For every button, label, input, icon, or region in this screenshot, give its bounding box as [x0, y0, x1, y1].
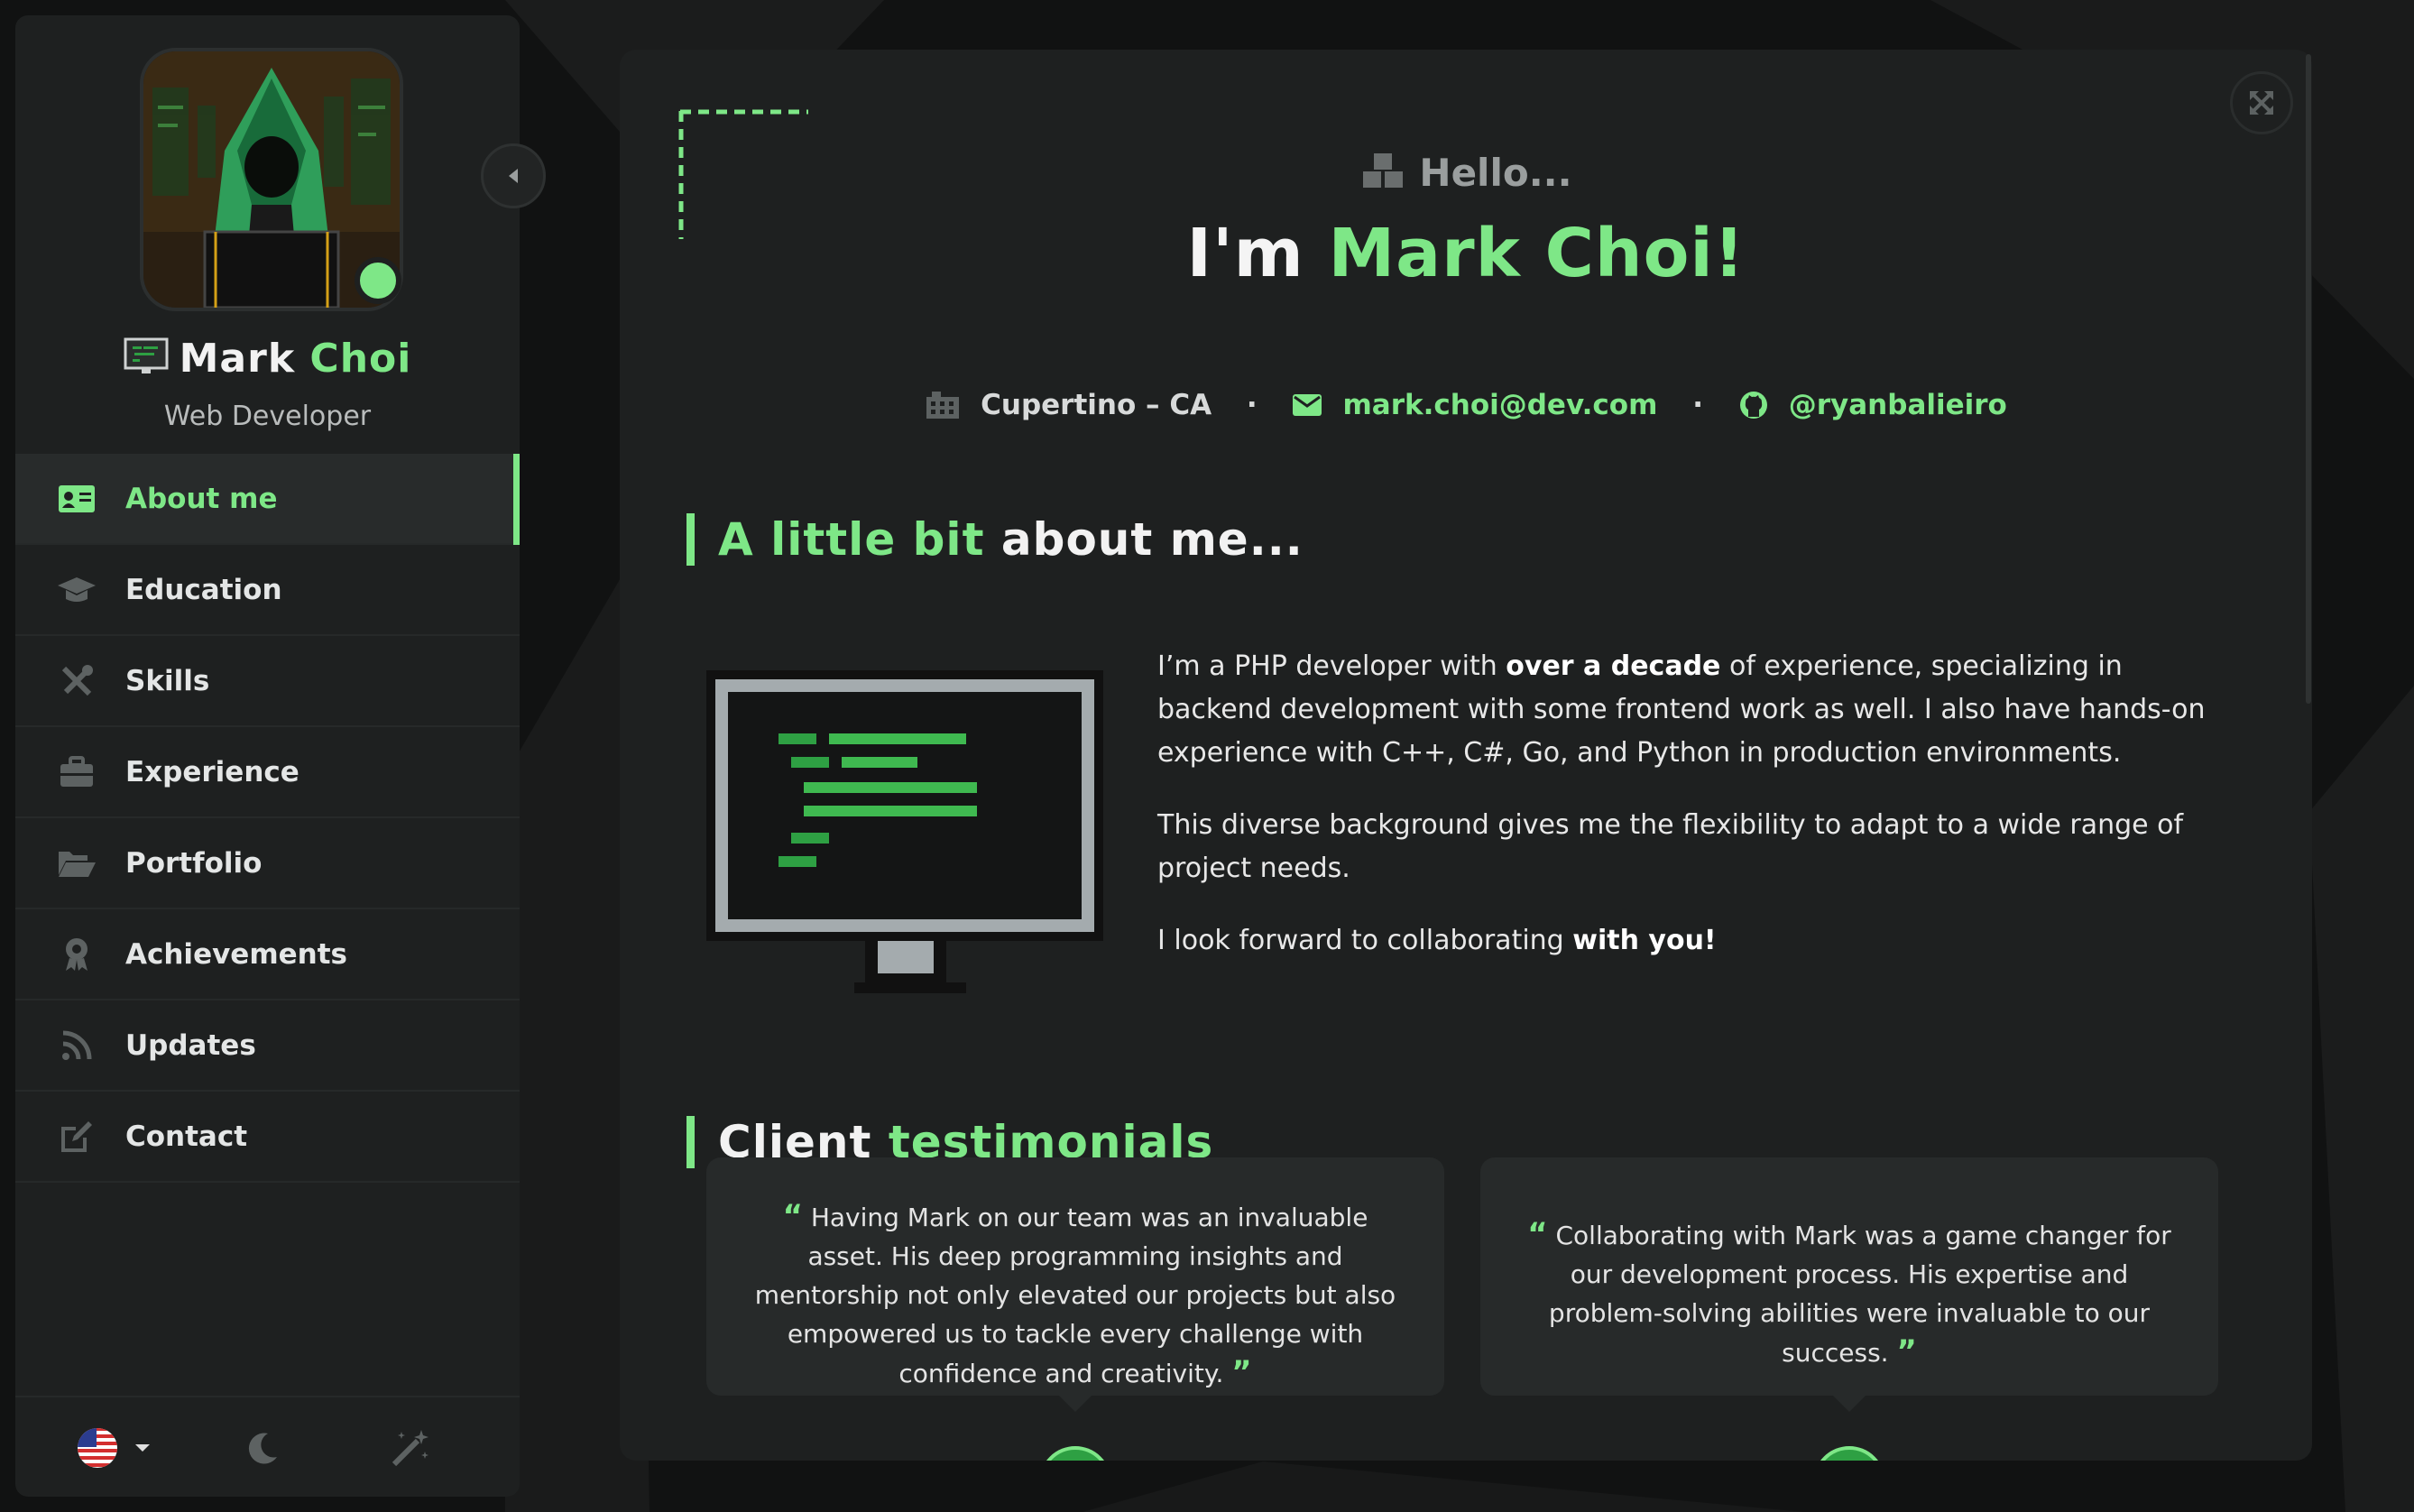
- hello-text: Hello...: [1419, 151, 1572, 195]
- sidebar-item-experience[interactable]: Experience: [15, 727, 520, 818]
- card-pointer: [1059, 1396, 1092, 1412]
- edit-icon: [57, 1117, 97, 1157]
- testimonial-avatar: [1039, 1446, 1111, 1461]
- envelope-icon: [1293, 393, 1322, 416]
- about-paragraph-1: I’m a PHP developer with over a decade o…: [1157, 650, 2206, 769]
- testimonial-card: “ Collaborating with Mark was a game cha…: [1480, 1157, 2218, 1412]
- language-selector[interactable]: [77, 1427, 152, 1469]
- caret-left-icon: [509, 169, 518, 183]
- contact-row: Cupertino – CA · mark.choi@dev.com · @ry…: [620, 387, 2312, 421]
- moon-icon: [248, 1433, 277, 1464]
- profile-first-name: Mark: [179, 336, 296, 382]
- about-text: I’m a PHP developer with over a decade o…: [1157, 645, 2213, 991]
- rss-icon: [57, 1026, 97, 1065]
- sidebar-item-skills[interactable]: Skills: [15, 636, 520, 727]
- sidebar-item-label: Updates: [125, 1028, 256, 1062]
- sidebar-item-updates[interactable]: Updates: [15, 1000, 520, 1092]
- quote-open-icon: “: [1527, 1216, 1548, 1252]
- headline-prefix: I'm: [1186, 215, 1304, 292]
- sidebar-item-label: Contact: [125, 1120, 248, 1153]
- effects-toggle-button[interactable]: [389, 1428, 432, 1468]
- magic-wand-icon: [392, 1430, 428, 1467]
- sidebar-nav: About me Education Skills Experience Por…: [15, 454, 520, 1183]
- github-icon: [1739, 391, 1767, 419]
- testimonial-text: Having Mark on our team was an invaluabl…: [754, 1203, 1396, 1388]
- sidebar-item-label: Experience: [125, 755, 299, 788]
- terminal-monitor-icon: [124, 337, 169, 385]
- separator-dot: ·: [1246, 388, 1258, 421]
- caret-down-icon: [135, 1444, 150, 1452]
- testimonial-avatar: [1813, 1446, 1885, 1461]
- monitor-illustration: [706, 670, 1103, 993]
- quote-close-icon: ”: [1231, 1354, 1252, 1390]
- about-paragraph-2: This diverse background gives me the fle…: [1157, 809, 2184, 884]
- headline-name: Mark Choi!: [1328, 215, 1746, 292]
- sidebar-item-label: About me: [125, 482, 278, 515]
- id-card-icon: [57, 479, 97, 519]
- sidebar-item-contact[interactable]: Contact: [15, 1092, 520, 1183]
- tools-icon: [57, 661, 97, 701]
- separator-dot: ·: [1692, 388, 1703, 421]
- quote-open-icon: “: [782, 1198, 803, 1234]
- sidebar-collapse-button[interactable]: [481, 143, 546, 208]
- email-text: mark.choi@dev.com: [1342, 388, 1658, 421]
- expand-icon: [2250, 91, 2273, 115]
- profile-last-name: Choi: [309, 336, 412, 382]
- briefcase-icon: [57, 752, 97, 792]
- graduation-cap-icon: [57, 570, 97, 610]
- card-pointer: [1833, 1396, 1866, 1412]
- about-paragraph-3: I look forward to collaborating with you…: [1157, 925, 1717, 956]
- quote-close-icon: ”: [1896, 1333, 1917, 1369]
- sidebar-footer: [15, 1396, 520, 1498]
- github-link[interactable]: @ryanbalieiro: [1738, 389, 2007, 421]
- main-content: Hello... I'm Mark Choi! Cupertino – CA ·…: [620, 50, 2312, 1461]
- award-icon: [57, 935, 97, 974]
- sidebar: Mark Choi Web Developer About me Educati…: [15, 15, 546, 1498]
- about-title-green: A little bit: [718, 513, 985, 566]
- about-title-white: about me...: [1000, 513, 1304, 566]
- profile-name: Mark Choi: [15, 336, 520, 385]
- building-icon: [926, 391, 960, 419]
- main-scrollbar[interactable]: [2306, 54, 2311, 704]
- greeting: Hello...: [620, 151, 2312, 200]
- section-title-about: A little bit about me...: [686, 513, 1304, 566]
- folder-open-icon: [57, 844, 97, 883]
- github-text: @ryanbalieiro: [1788, 388, 2007, 421]
- sidebar-item-label: Portfolio: [125, 846, 263, 880]
- profile-role: Web Developer: [163, 401, 372, 432]
- sidebar-item-label: Achievements: [125, 937, 347, 971]
- headline: I'm Mark Choi!: [620, 215, 2312, 292]
- location-text: Cupertino – CA: [981, 388, 1212, 421]
- sidebar-item-about-me[interactable]: About me: [15, 454, 520, 545]
- email-link[interactable]: mark.choi@dev.com: [1292, 389, 1657, 421]
- sidebar-item-portfolio[interactable]: Portfolio: [15, 818, 520, 909]
- us-flag-icon: [78, 1428, 117, 1468]
- sidebar-item-education[interactable]: Education: [15, 545, 520, 636]
- cubes-icon: [1359, 152, 1406, 200]
- testimonial-card: “ Having Mark on our team was an invalua…: [706, 1157, 1444, 1412]
- sidebar-item-label: Skills: [125, 664, 210, 697]
- online-status-indicator: [355, 257, 401, 304]
- location: Cupertino – CA: [925, 389, 1212, 421]
- fullscreen-button[interactable]: [2230, 71, 2293, 134]
- testimonial-text: Collaborating with Mark was a game chang…: [1548, 1221, 2171, 1368]
- theme-toggle-button[interactable]: [244, 1430, 281, 1466]
- sidebar-item-label: Education: [125, 573, 282, 606]
- sidebar-item-achievements[interactable]: Achievements: [15, 909, 520, 1000]
